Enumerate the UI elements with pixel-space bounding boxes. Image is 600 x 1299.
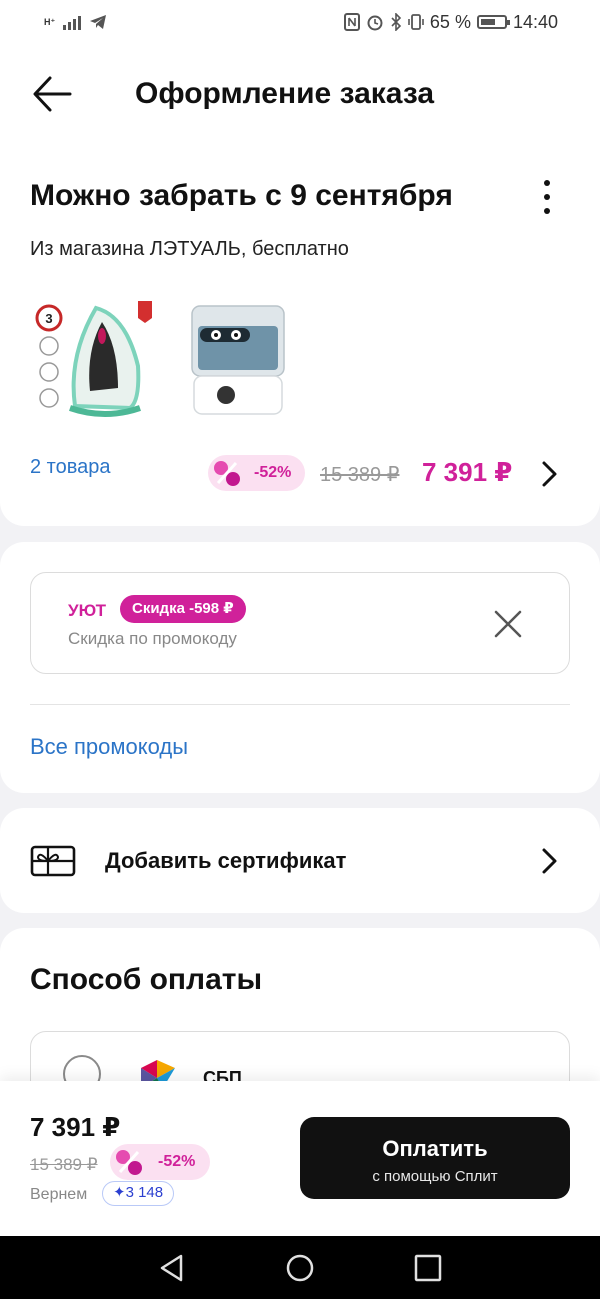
vibrate-icon [408, 14, 424, 30]
discount-badge: -52% [208, 455, 305, 491]
product-thumbnail-humidifier[interactable] [180, 296, 310, 421]
cashback-label: Вернем [30, 1186, 88, 1203]
battery-percent: 65 % [429, 11, 471, 32]
gift-certificate-icon [30, 845, 76, 877]
divider [30, 704, 570, 705]
nav-back-icon[interactable] [157, 1253, 187, 1283]
new-price: 7 391 ₽ [422, 457, 513, 487]
product-thumbnail-steam-iron[interactable]: 3 [30, 296, 160, 421]
checkout-bar: 7 391 ₽ 15 389 ₽ -52% Вернем ✦3 148 Опла… [0, 1081, 600, 1236]
order-old-total: 15 389 ₽ [30, 1155, 98, 1174]
page-title: Оформление заказа [135, 77, 435, 110]
close-icon[interactable] [493, 609, 523, 639]
old-price: 15 389 ₽ [320, 464, 400, 486]
pay-button-label: Оплатить [382, 1136, 488, 1161]
percent-icon [214, 461, 240, 486]
delivery-card: Можно забрать с 9 сентября Из магазина Л… [0, 146, 600, 526]
cashback-badge: ✦3 148 [102, 1181, 175, 1206]
pay-button-sublabel: с помощью Сплит [372, 1168, 498, 1185]
nav-home-icon[interactable] [285, 1253, 315, 1283]
discount-badge: -52% [110, 1144, 210, 1180]
system-nav-bar [0, 1236, 600, 1299]
telegram-icon [90, 15, 107, 29]
nav-recents-icon[interactable] [413, 1253, 443, 1283]
chevron-right-icon [542, 848, 557, 874]
alarm-icon [367, 15, 383, 31]
add-certificate-label: Добавить сертификат [105, 848, 347, 873]
status-bar: H⁺ 65 % 14:40 [0, 0, 600, 44]
pickup-store-subtitle: Из магазина ЛЭТУАЛЬ, бесплатно [30, 238, 349, 260]
promo-code: УЮТ [68, 601, 107, 620]
back-arrow-icon[interactable] [30, 72, 74, 116]
status-right: 65 % 14:40 [343, 11, 558, 33]
pickup-date-title: Можно забрать с 9 сентября [30, 179, 453, 212]
discount-percent: -52% [254, 464, 292, 481]
status-left: H⁺ [44, 14, 107, 30]
clock: 14:40 [512, 11, 558, 32]
promo-card: УЮТ Скидка -598 ₽ Скидка по промокоду Вс… [0, 542, 600, 793]
payment-method-title: Способ оплаты [30, 963, 263, 996]
signal-icon [63, 14, 82, 30]
chevron-right-icon[interactable] [539, 460, 559, 488]
nfc-icon [343, 13, 360, 31]
all-promos-link[interactable]: Все промокоды [30, 734, 188, 760]
battery-icon [476, 15, 510, 29]
applied-promo: УЮТ Скидка -598 ₽ Скидка по промокоду [30, 572, 570, 674]
certificate-card: Добавить сертификат [0, 808, 600, 913]
promo-description: Скидка по промокоду [68, 629, 237, 648]
app-header: Оформление заказа [0, 44, 600, 146]
bluetooth-icon [391, 13, 402, 31]
discount-percent: -52% [158, 1153, 196, 1170]
promo-discount-badge: Скидка -598 ₽ [120, 595, 246, 623]
svg-text:3: 3 [45, 311, 52, 326]
order-total: 7 391 ₽ [30, 1112, 121, 1142]
network-type: H⁺ [44, 16, 56, 27]
percent-icon [116, 1150, 142, 1175]
add-certificate-row[interactable]: Добавить сертификат [0, 808, 600, 913]
pay-button[interactable]: Оплатить с помощью Сплит [300, 1117, 570, 1199]
more-options-icon[interactable] [535, 180, 559, 214]
items-count-link[interactable]: 2 товара [30, 456, 111, 479]
